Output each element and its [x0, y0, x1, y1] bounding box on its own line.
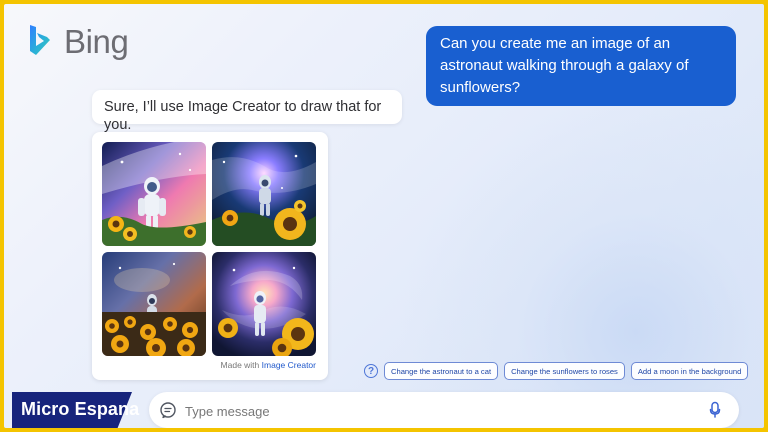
microphone-icon[interactable]	[707, 401, 723, 419]
made-with-label: Made with	[220, 360, 260, 370]
generated-image-card: Made with Image Creator	[92, 132, 328, 380]
generated-image-3[interactable]	[102, 252, 206, 356]
suggestion-change-astronaut-to-cat[interactable]: Change the astronaut to a cat	[384, 362, 499, 380]
background-glow	[384, 108, 764, 428]
generated-image-4[interactable]	[212, 252, 316, 356]
astronaut-sunflower-image-3	[102, 252, 206, 356]
astronaut-sunflower-image-4	[212, 252, 316, 356]
astronaut-sunflower-image-2	[212, 142, 316, 246]
message-composer[interactable]	[149, 392, 739, 428]
generated-image-2[interactable]	[212, 142, 316, 246]
bing-logo-icon	[30, 25, 50, 55]
chat-bubble-icon	[160, 402, 176, 419]
bing-wordmark: Bing	[64, 22, 129, 60]
assistant-message-bubble: Sure, I’ll use Image Creator to draw tha…	[92, 90, 402, 133]
astronaut-sunflower-image-1	[102, 142, 206, 246]
suggestion-change-sunflowers-to-roses[interactable]: Change the sunflowers to roses	[504, 362, 625, 380]
generated-image-1[interactable]	[102, 142, 206, 246]
question-icon[interactable]: ?	[364, 364, 378, 378]
suggestion-add-moon-background[interactable]: Add a moon in the background	[630, 362, 749, 380]
bing-logo: Bing	[26, 22, 129, 60]
message-input[interactable]	[183, 392, 707, 428]
watermark: Micro Espana	[4, 386, 152, 428]
suggestion-row: ? Change the astronaut to a cat Change t…	[364, 362, 749, 380]
image-creator-link[interactable]: Image Creator	[262, 360, 316, 370]
app-window: Bing Can you create me an image of an as…	[4, 4, 764, 428]
user-message-text: Can you create me an image of an astrona…	[440, 35, 689, 96]
image-creator-credit: Made with Image Creator	[221, 360, 316, 370]
watermark-text: Micro Espana	[21, 399, 140, 419]
user-message-bubble: Can you create me an image of an astrona…	[426, 26, 736, 106]
assistant-message-text: Sure, I’ll use Image Creator to draw tha…	[104, 99, 382, 133]
